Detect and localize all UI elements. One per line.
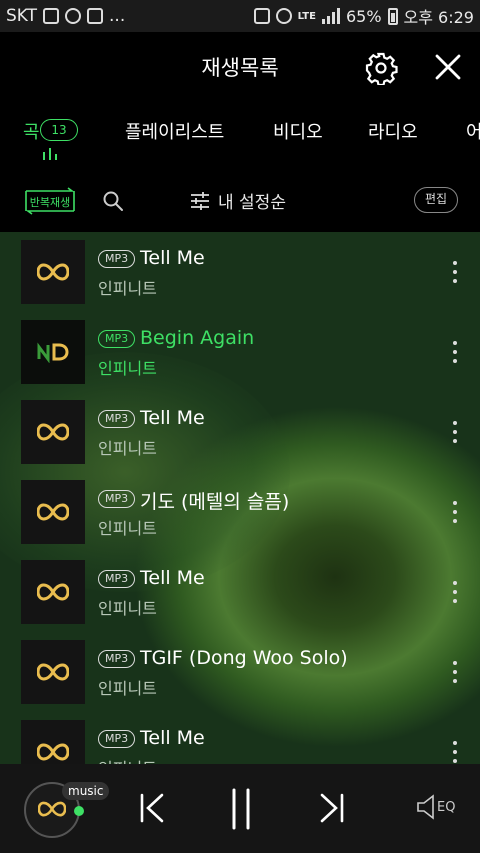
infinity-logo-icon xyxy=(37,743,69,761)
alarm-icon xyxy=(275,8,292,24)
gear-icon[interactable] xyxy=(364,51,398,85)
list-item[interactable]: MP3 Tell Me 인피니트 xyxy=(0,232,480,312)
song-title: Tell Me xyxy=(140,407,205,429)
edit-button[interactable]: 편집 xyxy=(414,187,458,213)
album-art xyxy=(21,560,85,624)
album-art xyxy=(21,720,85,764)
infinity-logo-icon xyxy=(37,663,69,681)
list-toolbar: 반복재생 내 설정순 편집 xyxy=(0,170,480,232)
artist-name: 인피니트 xyxy=(98,279,157,298)
more-options-icon[interactable] xyxy=(452,261,458,283)
album-art xyxy=(21,480,85,544)
mini-player: music EQ xyxy=(0,764,480,853)
now-playing-bars-icon xyxy=(43,148,57,160)
song-count-badge: 13 xyxy=(40,119,78,141)
source-tag: music xyxy=(62,782,110,800)
format-badge: MP3 xyxy=(98,730,136,748)
lte-label: LTE xyxy=(297,10,316,22)
artist-name: 인피니트 xyxy=(98,679,157,698)
artist-name: 인피니트 xyxy=(98,599,157,618)
more-options-icon[interactable] xyxy=(452,581,458,603)
mute-icon xyxy=(253,8,270,24)
pause-icon[interactable] xyxy=(228,788,254,830)
sliders-icon xyxy=(191,191,209,210)
list-item[interactable]: MP3 Tell Me 인피니트 xyxy=(0,392,480,472)
battery-icon xyxy=(387,7,398,25)
previous-icon[interactable] xyxy=(138,792,168,824)
playlist: MP3 Tell Me 인피니트 MP3 Begin Again 인피니트 MP… xyxy=(0,232,480,764)
list-item[interactable]: MP3 Tell Me 인피니트 xyxy=(0,552,480,632)
song-title: Begin Again xyxy=(140,327,255,349)
eq-button[interactable]: EQ xyxy=(416,794,455,820)
more-options-icon[interactable] xyxy=(452,501,458,523)
album-logo-icon xyxy=(37,342,69,363)
more-options-icon[interactable] xyxy=(452,421,458,443)
list-item[interactable]: MP3 TGIF (Dong Woo Solo) 인피니트 xyxy=(0,632,480,712)
album-art xyxy=(21,240,85,304)
artist-name: 인피니트 xyxy=(98,755,157,764)
song-title: Tell Me xyxy=(140,247,205,269)
artist-name: 인피니트 xyxy=(98,359,157,378)
format-badge: MP3 xyxy=(98,250,136,268)
infinity-logo-icon xyxy=(37,503,69,521)
tab-songs[interactable]: 곡 xyxy=(23,118,40,144)
album-art xyxy=(21,400,85,464)
page-title: 재생목록 xyxy=(201,56,279,80)
snowflake-icon xyxy=(43,8,60,24)
format-badge: MP3 xyxy=(98,330,136,348)
more-options-icon[interactable] xyxy=(452,661,458,683)
song-title: Tell Me xyxy=(140,567,205,589)
repeat-label[interactable]: 반복재생 xyxy=(22,194,78,210)
artist-name: 인피니트 xyxy=(98,519,157,538)
infinity-logo-icon xyxy=(37,423,69,441)
signal-icon xyxy=(321,8,340,24)
search-icon[interactable] xyxy=(102,190,124,212)
list-item-playing[interactable]: MP3 Begin Again 인피니트 xyxy=(0,312,480,392)
speaker-icon xyxy=(417,794,434,820)
tab-radio[interactable]: 라디오 xyxy=(368,118,418,144)
image-icon xyxy=(87,8,104,24)
more-options-icon[interactable] xyxy=(452,741,458,763)
header: 재생목록 xyxy=(0,32,480,104)
list-item[interactable]: MP3 기도 (메텔의 슬픔) 인피니트 xyxy=(0,472,480,552)
format-badge: MP3 xyxy=(98,650,136,668)
tab-playlists[interactable]: 플레이리스트 xyxy=(125,118,224,144)
progress-dot[interactable] xyxy=(74,806,84,816)
next-icon[interactable] xyxy=(316,792,346,824)
battery-percent: 65% xyxy=(345,6,382,26)
song-title: 기도 (메텔의 슬픔) xyxy=(140,491,290,513)
infinity-logo-icon xyxy=(38,801,66,817)
song-title: TGIF (Dong Woo Solo) xyxy=(140,647,348,669)
sort-button[interactable]: 내 설정순 xyxy=(190,188,286,213)
record-icon xyxy=(65,8,82,24)
format-badge: MP3 xyxy=(98,410,136,428)
list-item[interactable]: MP3 Tell Me 인피니트 xyxy=(0,712,480,764)
more-options-icon[interactable] xyxy=(452,341,458,363)
carrier-label: SKT xyxy=(6,6,38,26)
format-badge: MP3 xyxy=(98,490,136,508)
infinity-logo-icon xyxy=(37,583,69,601)
album-art xyxy=(21,640,85,704)
song-title: Tell Me xyxy=(140,727,205,749)
tab-more[interactable]: 어 xyxy=(466,118,480,144)
clock: 오후 6:29 xyxy=(403,8,474,27)
artist-name: 인피니트 xyxy=(98,439,157,458)
sort-label: 내 설정순 xyxy=(218,193,286,213)
format-badge: MP3 xyxy=(98,570,136,588)
tab-videos[interactable]: 비디오 xyxy=(273,118,323,144)
more-notifications: ... xyxy=(109,6,126,26)
infinity-logo-icon xyxy=(37,263,69,281)
album-art xyxy=(21,320,85,384)
close-icon[interactable] xyxy=(430,49,466,85)
status-bar: SKT ... LTE 65% 오후 6:29 xyxy=(0,0,480,32)
eq-label: EQ xyxy=(437,799,456,815)
